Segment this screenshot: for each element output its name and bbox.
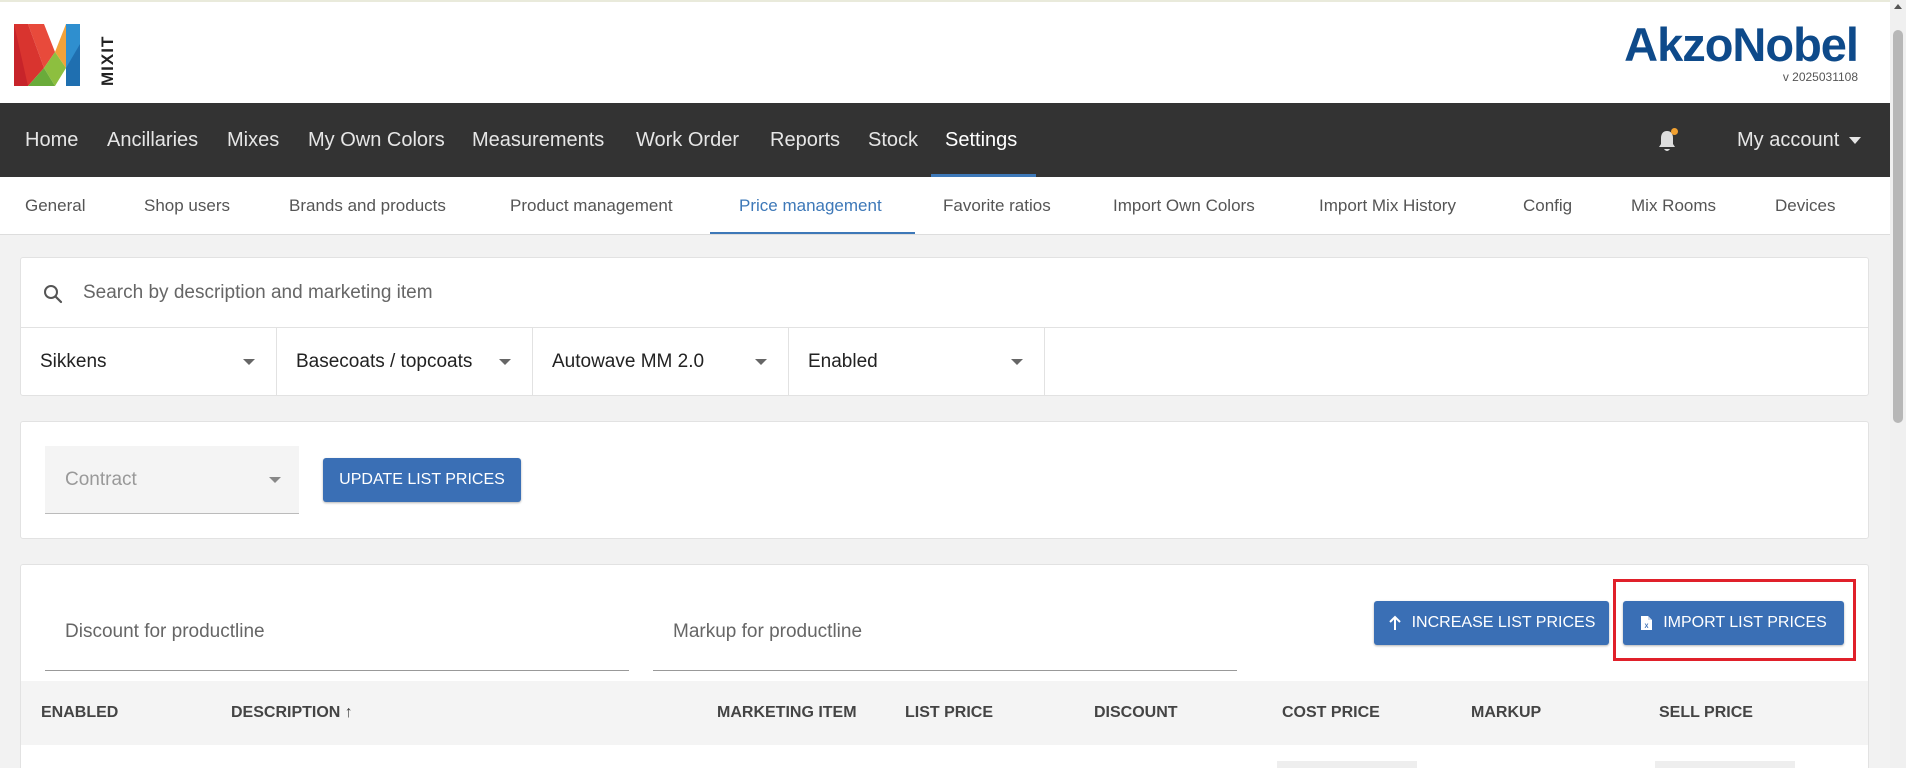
discount-productline-label: Discount for productline bbox=[65, 621, 265, 642]
chevron-down-icon[interactable] bbox=[1849, 137, 1861, 144]
chevron-down-icon bbox=[1011, 359, 1023, 365]
main-navbar: Home Ancillaries Mixes My Own Colors Mea… bbox=[0, 103, 1890, 177]
sort-ascending-icon: ↑ bbox=[344, 704, 353, 721]
category-filter-value: Basecoats / topcoats bbox=[296, 351, 473, 372]
increase-list-prices-button[interactable]: INCREASE LIST PRICES bbox=[1374, 601, 1609, 645]
tab-product-management[interactable]: Product management bbox=[510, 177, 673, 235]
nav-ancillaries[interactable]: Ancillaries bbox=[107, 103, 198, 177]
nav-home[interactable]: Home bbox=[25, 103, 78, 177]
excel-file-icon: X bbox=[1641, 615, 1653, 630]
product-filter-select[interactable]: Autowave MM 2.0 bbox=[533, 328, 789, 396]
tab-general[interactable]: General bbox=[25, 177, 85, 235]
app-version: v 2025031108 bbox=[1782, 70, 1858, 84]
chevron-down-icon bbox=[499, 359, 511, 365]
brand-name: AkzoNobel bbox=[1624, 18, 1859, 71]
my-account-menu[interactable]: My account bbox=[1737, 103, 1839, 177]
mixit-logo-text: MIXIT bbox=[98, 35, 117, 86]
update-list-prices-button[interactable]: UPDATE LIST PRICES bbox=[323, 458, 521, 502]
import-list-prices-button[interactable]: X IMPORT LIST PRICES bbox=[1623, 601, 1844, 645]
mixit-logo-icon bbox=[14, 24, 80, 86]
nav-mixes[interactable]: Mixes bbox=[227, 103, 279, 177]
brand-filter-select[interactable]: Sikkens bbox=[21, 328, 277, 396]
column-cost-price[interactable]: COST PRICE bbox=[1282, 681, 1380, 745]
status-filter-value: Enabled bbox=[808, 351, 878, 372]
contract-select[interactable]: Contract bbox=[45, 446, 299, 514]
tab-favorite-ratios[interactable]: Favorite ratios bbox=[943, 177, 1051, 235]
price-table-card: Discount for productline Markup for prod… bbox=[20, 564, 1869, 768]
column-markup[interactable]: MARKUP bbox=[1471, 681, 1541, 745]
tab-active-indicator bbox=[710, 232, 915, 234]
import-list-prices-label: IMPORT LIST PRICES bbox=[1663, 614, 1827, 631]
chevron-down-icon bbox=[243, 359, 255, 365]
column-description[interactable]: DESCRIPTION ↑ bbox=[231, 681, 353, 745]
column-list-price[interactable]: LIST PRICE bbox=[905, 681, 993, 745]
category-filter-select[interactable]: Basecoats / topcoats bbox=[277, 328, 533, 396]
tab-import-mix-history[interactable]: Import Mix History bbox=[1319, 177, 1456, 235]
markup-productline-label: Markup for productline bbox=[673, 621, 863, 642]
tab-devices[interactable]: Devices bbox=[1775, 177, 1835, 235]
svg-text:X: X bbox=[1645, 624, 1649, 630]
tab-brands-and-products[interactable]: Brands and products bbox=[289, 177, 446, 235]
scroll-up-arrow-icon[interactable] bbox=[1894, 4, 1902, 9]
tab-shop-users[interactable]: Shop users bbox=[144, 177, 230, 235]
tab-mix-rooms[interactable]: Mix Rooms bbox=[1631, 177, 1716, 235]
scrollbar-thumb[interactable] bbox=[1893, 30, 1903, 423]
search-input[interactable] bbox=[83, 272, 1843, 314]
column-marketing-item[interactable]: MARKETING ITEM bbox=[717, 681, 857, 745]
status-filter-select[interactable]: Enabled bbox=[789, 328, 1045, 396]
tab-config[interactable]: Config bbox=[1523, 177, 1572, 235]
column-enabled[interactable]: ENABLED bbox=[41, 681, 118, 745]
arrow-up-icon bbox=[1388, 615, 1401, 630]
chevron-down-icon bbox=[755, 359, 767, 365]
nav-measurements[interactable]: Measurements bbox=[472, 103, 604, 177]
markup-productline-field[interactable]: Markup for productline bbox=[653, 593, 1237, 671]
tab-price-management[interactable]: Price management bbox=[739, 177, 882, 235]
notification-dot bbox=[1671, 128, 1678, 135]
product-filter-value: Autowave MM 2.0 bbox=[552, 351, 705, 372]
brand-filter-value: Sikkens bbox=[40, 351, 107, 372]
nav-my-own-colors[interactable]: My Own Colors bbox=[308, 103, 445, 177]
nav-settings[interactable]: Settings bbox=[945, 103, 1017, 177]
nav-work-order[interactable]: Work Order bbox=[636, 103, 739, 177]
search-icon bbox=[44, 285, 63, 304]
column-description-label: DESCRIPTION bbox=[231, 704, 341, 721]
discount-productline-field[interactable]: Discount for productline bbox=[45, 593, 629, 671]
nav-reports[interactable]: Reports bbox=[770, 103, 840, 177]
mixit-logo[interactable]: MIXIT bbox=[14, 24, 117, 86]
tab-import-own-colors[interactable]: Import Own Colors bbox=[1113, 177, 1255, 235]
akzonobel-brand: AkzoNobel v 2025031108 bbox=[1624, 18, 1859, 85]
app-header: MIXIT AkzoNobel v 2025031108 bbox=[0, 0, 1890, 103]
column-sell-price[interactable]: SELL PRICE bbox=[1659, 681, 1753, 745]
search-bar bbox=[21, 258, 1868, 328]
column-discount[interactable]: DISCOUNT bbox=[1094, 681, 1178, 745]
settings-subnav: General Shop users Brands and products P… bbox=[0, 177, 1890, 235]
sell-price-cell bbox=[1655, 761, 1795, 768]
nav-stock[interactable]: Stock bbox=[868, 103, 918, 177]
contract-select-label: Contract bbox=[65, 469, 137, 490]
chevron-down-icon bbox=[269, 477, 281, 483]
cost-price-cell bbox=[1277, 761, 1417, 768]
increase-list-prices-label: INCREASE LIST PRICES bbox=[1411, 614, 1596, 631]
table-header: ENABLED DESCRIPTION ↑ MARKETING ITEM LIS… bbox=[21, 681, 1868, 745]
contract-card: Contract UPDATE LIST PRICES bbox=[20, 421, 1869, 539]
search-filter-card: Sikkens Basecoats / topcoats Autowave MM… bbox=[20, 257, 1869, 396]
